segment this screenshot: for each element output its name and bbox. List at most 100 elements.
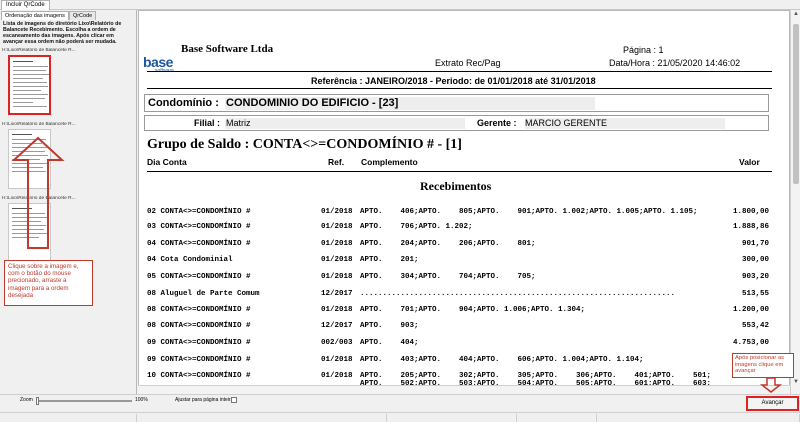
cell-complemento: APTO. 701;APTO. 904;APTO. 1.006;APTO. 1.… xyxy=(360,306,586,314)
cell-complemento: APTO. 204;APTO. 206;APTO. 801; xyxy=(360,240,536,248)
report-title: Extrato Rec/Pag xyxy=(435,58,501,68)
thumbnail-caption: H:\Lixo\Relatório de Balancete R... xyxy=(2,48,76,53)
cell-complemento: APTO. 304;APTO. 704;APTO. 705; xyxy=(360,273,536,281)
thumbnail-caption: H:\Lixo\Relatório de Balancete R... xyxy=(2,122,76,127)
status-bar xyxy=(0,412,800,422)
divider xyxy=(147,71,772,72)
condominio-value: CONDOMINIO DO EDIFICIO - [23] xyxy=(226,97,399,109)
cell-ref: 01/2018 xyxy=(321,356,353,364)
tab-incluir-qrcode[interactable]: Incluir QrCode xyxy=(1,0,50,10)
cell-ref: 01/2018 xyxy=(321,256,353,264)
cell-dia-conta: 09 CONTA<>=CONDOMÍNIO # xyxy=(147,339,251,347)
table-row: 03 CONTA<>=CONDOMÍNIO # 01/2018 APTO. 706;… xyxy=(147,223,769,232)
col-complemento: Complemento xyxy=(361,157,418,167)
document-viewer[interactable]: Base Software Ltda base software Extrato… xyxy=(138,10,790,394)
next-button[interactable]: Avançar xyxy=(746,396,799,411)
cell-complemento: APTO. 201; xyxy=(360,256,419,264)
cell-valor: 1.888,86 xyxy=(732,223,769,231)
col-ref: Ref. xyxy=(328,157,345,167)
cell-valor: 300,00 xyxy=(741,256,769,264)
page-number: Página : 1 xyxy=(623,45,664,55)
cell-complemento: APTO. 706;APTO. 1.202; xyxy=(360,223,473,231)
sub-tabs: Ordenação das imagens QrCode xyxy=(1,11,97,20)
cell-complemento: APTO. 404; xyxy=(360,339,419,347)
cell-ref: 01/2018 xyxy=(321,223,353,231)
cell-ref: 01/2018 xyxy=(321,273,353,281)
cell-ref: 01/2018 xyxy=(321,372,353,380)
table-row: 08 Aluguel de Parte Comum 12/2017........… xyxy=(147,290,769,299)
cell-valor: 553,42 xyxy=(741,322,769,330)
zoom-slider-handle[interactable] xyxy=(36,397,39,405)
cell-dia-conta: 08 Aluguel de Parte Comum xyxy=(147,290,260,298)
scroll-down-icon[interactable]: ▼ xyxy=(792,378,800,386)
cell-dia-conta: 08 CONTA<>=CONDOMÍNIO # xyxy=(147,322,251,330)
cell-dia-conta: 04 CONTA<>=CONDOMÍNIO # xyxy=(147,240,251,248)
report-datetime: Data/Hora : 21/05/2020 14:46:02 xyxy=(609,58,741,68)
cell-valor: 4.753,00 xyxy=(732,339,769,347)
fit-page-label: Ajustar para página inteira xyxy=(175,397,234,403)
reference-period: Referência : JANEIRO/2018 - Periodo: de … xyxy=(311,76,596,86)
table-row: 04 CONTA<>=CONDOMÍNIO # 01/2018 APTO. 204;… xyxy=(147,240,769,249)
grupo-saldo-title: Grupo de Saldo : CONTA<>=CONDOMÍNIO # - … xyxy=(147,137,462,152)
cell-ref: 12/2017 xyxy=(321,322,353,330)
zoom-label: Zoom xyxy=(20,397,33,403)
scroll-up-icon[interactable]: ▲ xyxy=(792,10,800,18)
condominio-label: Condomínio : xyxy=(148,97,219,109)
horizontal-scrollbar[interactable] xyxy=(138,385,790,394)
thumbnail-item[interactable]: H:\Lixo\Relatório de Balancete R... xyxy=(2,48,135,115)
cell-ref: 01/2018 xyxy=(321,208,353,216)
filial-value: Matriz xyxy=(226,118,251,128)
cell-dia-conta: 03 CONTA<>=CONDOMÍNIO # xyxy=(147,223,251,231)
drag-arrow-icon xyxy=(11,136,65,249)
divider xyxy=(147,88,772,89)
thumbnail-item[interactable]: H:\Lixo\Relatório de Balancete R... xyxy=(2,122,135,189)
next-hint-annotation: Após posicionar as imagens clique em ava… xyxy=(732,353,794,378)
thumbnail-page-selected[interactable] xyxy=(8,55,51,115)
company-name: Base Software Ltda xyxy=(181,43,274,55)
cell-valor: 1.800,00 xyxy=(732,208,769,216)
cell-dia-conta: 08 CONTA<>=CONDOMÍNIO # xyxy=(147,306,251,314)
cell-ref: 12/2017 xyxy=(321,290,353,298)
cell-dia-conta: 04 Cota Condominial xyxy=(147,256,233,264)
tab-ordenacao-imagens[interactable]: Ordenação das imagens xyxy=(1,11,69,20)
gerente-value: MARCIO GERENTE xyxy=(525,118,608,128)
table-row: 08 CONTA<>=CONDOMÍNIO # 12/2017 APTO. 903;… xyxy=(147,322,769,331)
cell-valor: 901,70 xyxy=(741,240,769,248)
table-row: 08 CONTA<>=CONDOMÍNIO # 01/2018 APTO. 701;… xyxy=(147,306,769,315)
bottom-toolbar: Zoom 100% Ajustar para página inteira xyxy=(0,394,800,412)
cell-ref: 01/2018 xyxy=(321,306,353,314)
app-window: Incluir QrCode Ordenação das imagens QrCo… xyxy=(0,0,800,422)
top-tabbar: Incluir QrCode xyxy=(0,0,800,10)
cell-complemento: APTO. 205;APTO. 302;APTO. 305;APTO. 306;… xyxy=(360,372,712,380)
cell-valor: 903,20 xyxy=(741,273,769,281)
cell-ref: 002/003 xyxy=(321,339,353,347)
table-row: 04 Cota Condominial 01/2018 APTO. 201; 300,… xyxy=(147,256,769,265)
divider xyxy=(147,171,772,172)
cell-dia-conta: 05 CONTA<>=CONDOMÍNIO # xyxy=(147,273,251,281)
filial-label: Filial : xyxy=(194,118,221,128)
zoom-slider[interactable] xyxy=(36,400,132,402)
fit-page-checkbox[interactable] xyxy=(231,397,237,403)
cell-dia-conta: 10 CONTA<>=CONDOMÍNIO # xyxy=(147,372,251,380)
cell-dia-conta: 02 CONTA<>=CONDOMÍNIO # xyxy=(147,208,251,216)
cell-valor: 513,55 xyxy=(741,290,769,298)
table-row: 09 CONTA<>=CONDOMÍNIO # 01/2018 APTO. 403;… xyxy=(147,356,769,365)
zoom-percent: 100% xyxy=(135,397,148,403)
thumbnail-panel: Ordenação das imagens QrCode Lista de ima… xyxy=(0,10,137,394)
cell-complemento: APTO. 903; xyxy=(360,322,419,330)
cell-complemento: APTO. 403;APTO. 404;APTO. 606;APTO. 1.00… xyxy=(360,356,644,364)
cell-complemento: ........................................… xyxy=(360,290,676,298)
col-valor: Valor xyxy=(739,157,760,167)
scroll-thumb[interactable] xyxy=(793,24,799,184)
section-title: Recebimentos xyxy=(420,179,492,193)
cell-complemento: APTO. 406;APTO. 805;APTO. 901;APTO. 1.00… xyxy=(360,208,698,216)
gerente-label: Gerente : xyxy=(477,118,517,128)
table-row: 02 CONTA<>=CONDOMÍNIO # 01/2018 APTO. 406;… xyxy=(147,208,769,217)
cell-valor: 1.200,00 xyxy=(732,306,769,314)
vertical-scrollbar[interactable]: ▲ ▼ xyxy=(790,10,800,394)
tab-qrcode[interactable]: QrCode xyxy=(68,11,97,20)
col-dia-conta: Dia Conta xyxy=(147,157,187,167)
cell-dia-conta: 09 CONTA<>=CONDOMÍNIO # xyxy=(147,356,251,364)
instructions-text: Lista de imagens do diretório Lixo\Relat… xyxy=(3,21,122,45)
arrow-down-icon xyxy=(760,377,782,393)
